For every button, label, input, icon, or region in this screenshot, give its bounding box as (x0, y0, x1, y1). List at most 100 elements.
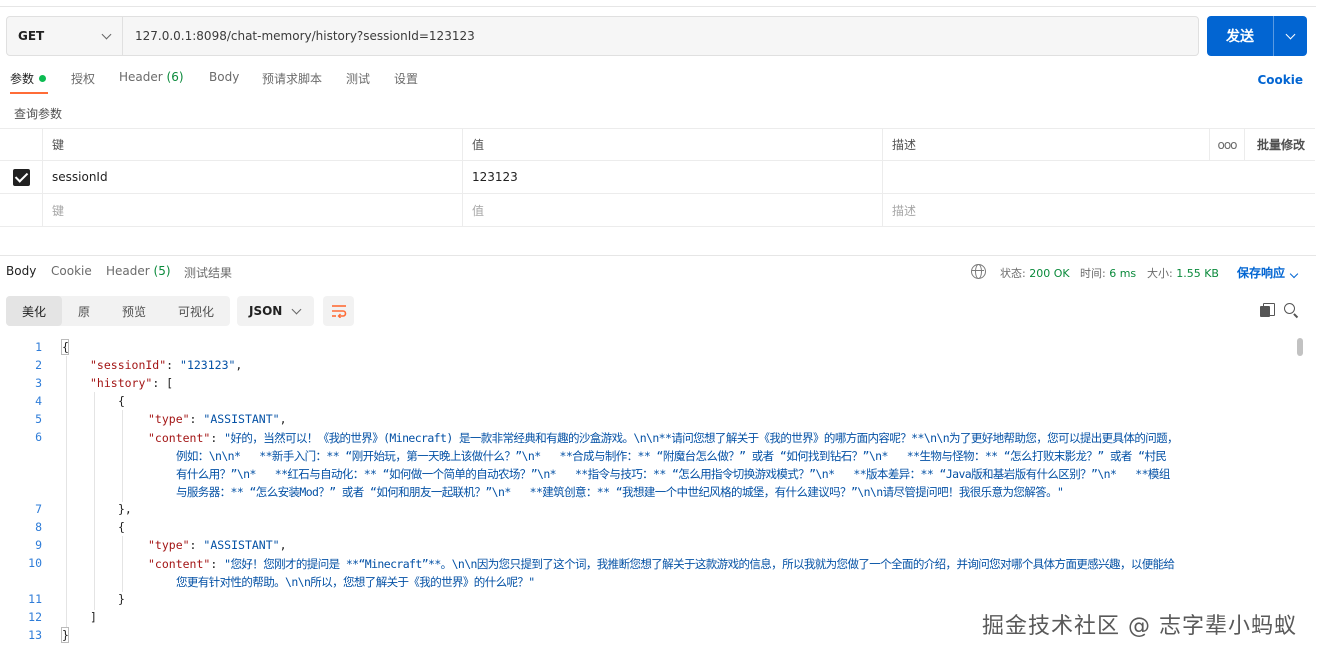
code-line: "history": [ (90, 376, 173, 390)
save-response-button[interactable]: 保存响应 (1237, 264, 1299, 281)
tab-count: (5) (153, 264, 171, 278)
tab-response-body[interactable]: Body (6, 264, 36, 278)
tab-headers[interactable]: Header (6) (119, 70, 184, 84)
param-checkbox[interactable] (12, 168, 30, 186)
code-line: "type": "ASSISTANT", (148, 412, 287, 426)
tab-settings[interactable]: 设置 (394, 70, 418, 87)
json-string-wrap: 例如：\n\n* **新手入门：** “刚开始玩，第一天晚上该做什么？”\n* … (176, 449, 1167, 463)
code-line: { (62, 340, 69, 354)
watermark: 掘金技术社区 @ 志字辈小蚂蚁 (982, 614, 1297, 639)
code-line: } (118, 592, 125, 606)
line-number: 4 (35, 394, 42, 408)
send-button[interactable]: 发送 (1207, 16, 1307, 56)
tab-response-cookies[interactable]: Cookie (51, 264, 92, 278)
json-string: "ASSISTANT" (203, 538, 280, 552)
cookies-link[interactable]: Cookie (1257, 73, 1303, 87)
active-tab-underline (10, 92, 48, 94)
json-punct: : [ (152, 376, 174, 390)
indent-guide (66, 356, 67, 628)
tab-tests[interactable]: 测试 (346, 70, 370, 87)
json-key: "sessionId" (90, 358, 167, 372)
code-line: "content": "好的，当然可以！《我的世界》(Minecraft) 是一… (148, 431, 1179, 445)
json-brace: }, (118, 502, 132, 516)
json-string-wrap: 您更有针对性的帮助。\n\n所以，您想了解关于《我的世界》的什么呢？" (176, 575, 535, 589)
globe-icon[interactable] (971, 264, 986, 279)
view-pretty[interactable]: 美化 (6, 296, 62, 326)
json-key: "history" (90, 376, 153, 390)
query-params-title: 查询参数 (14, 107, 63, 121)
line-number: 7 (35, 502, 42, 516)
code-line: } (62, 628, 69, 642)
tab-auth[interactable]: 授权 (71, 70, 95, 87)
send-label: 发送 (1226, 29, 1254, 45)
top-divider (0, 6, 1316, 7)
method-select[interactable]: GET (7, 17, 123, 55)
more-options-button[interactable]: ooo (1209, 129, 1244, 160)
indent-guide (122, 410, 123, 502)
json-brace: } (118, 592, 125, 606)
indent-guide (94, 392, 95, 610)
row-checkbox-cell (0, 161, 42, 193)
tab-params[interactable]: 参数 (10, 70, 47, 87)
tab-label: 参数 (10, 72, 35, 86)
json-bracket: ] (90, 610, 97, 624)
view-visualize[interactable]: 可视化 (162, 296, 230, 326)
table-row: sessionId 123123 (0, 161, 1315, 194)
chevron-down-icon (291, 304, 302, 314)
new-description-input[interactable]: 描述 (882, 194, 1209, 226)
line-number: 10 (28, 556, 42, 570)
json-brace: { (118, 394, 125, 408)
json-key: "content" (148, 557, 211, 571)
wrap-lines-icon (331, 305, 346, 318)
header-checkbox-cell (0, 129, 42, 160)
size-readout: 大小: 1.55 KB (1147, 265, 1219, 281)
size-label: 大小: (1147, 267, 1173, 280)
active-dot-icon (39, 75, 47, 82)
tab-label: Header (119, 70, 163, 84)
wrap-lines-button[interactable] (323, 296, 354, 326)
status-readout: 状态: 200 OK (1000, 265, 1070, 281)
bulk-edit-button[interactable]: 批量修改 (1244, 129, 1315, 160)
code-line: ] (90, 610, 97, 624)
code-line: "content": "您好！您刚才的提问是 **“Minecraft”**。\… (148, 557, 1175, 571)
view-preview[interactable]: 预览 (106, 296, 162, 326)
params-table: 键 值 描述 ooo 批量修改 sessionId 123123 键 值 描述 (0, 128, 1315, 227)
code-line: "sessionId": "123123", (90, 358, 243, 372)
header-description: 描述 (882, 129, 1209, 160)
json-string-wrap: 有什么用？”\n* **红石与自动化：** “如何做一个简单的自动农场？”\n*… (176, 467, 1170, 481)
json-string: "ASSISTANT" (203, 412, 280, 426)
code-line: "type": "ASSISTANT", (148, 538, 287, 552)
time-value: 6 ms (1109, 267, 1137, 280)
view-raw[interactable]: 原 (62, 296, 106, 326)
tab-prerequest-script[interactable]: 预请求脚本 (262, 70, 322, 87)
url-input[interactable]: 127.0.0.1:8098/chat-memory/history?sessi… (123, 17, 1198, 55)
request-tabs: 参数 授权 Header (6) Body 预请求脚本 测试 设置 (0, 70, 1316, 92)
chevron-down-icon (1289, 269, 1299, 279)
line-number: 8 (35, 520, 42, 534)
line-number: 11 (28, 592, 42, 606)
json-string: "好的，当然可以！《我的世界》(Minecraft) 是一款非常经典和有趣的沙盒… (224, 431, 1178, 445)
request-url-bar: GET 127.0.0.1:8098/chat-memory/history?s… (6, 16, 1199, 56)
search-icon[interactable] (1284, 303, 1298, 317)
vertical-scrollbar[interactable] (1297, 338, 1303, 356)
param-key-input[interactable]: sessionId (42, 161, 462, 193)
code-line: { (118, 394, 125, 408)
new-key-input[interactable]: 键 (42, 194, 462, 226)
param-value-input[interactable]: 123123 (462, 161, 882, 193)
send-options-button[interactable] (1274, 29, 1307, 39)
line-number: 3 (35, 376, 42, 390)
param-description-input[interactable] (882, 161, 1209, 193)
time-readout: 时间: 6 ms (1080, 265, 1136, 281)
json-string: "123123" (180, 358, 236, 372)
copy-icon[interactable] (1260, 303, 1275, 317)
json-string-wrap: 与服务器：** “怎么安装Mod？” 或者 “如何和朋友一起联机？”\n* **… (176, 485, 1064, 499)
new-value-input[interactable]: 值 (462, 194, 882, 226)
tab-response-headers[interactable]: Header (5) (106, 264, 171, 278)
header-key: 键 (42, 129, 462, 160)
tab-test-results[interactable]: 测试结果 (184, 264, 232, 281)
tab-body[interactable]: Body (209, 70, 239, 84)
status-label: 状态: (1000, 267, 1026, 280)
table-header-row: 键 值 描述 ooo 批量修改 (0, 128, 1315, 161)
line-number: 12 (28, 610, 42, 624)
format-select[interactable]: JSON (237, 296, 314, 326)
